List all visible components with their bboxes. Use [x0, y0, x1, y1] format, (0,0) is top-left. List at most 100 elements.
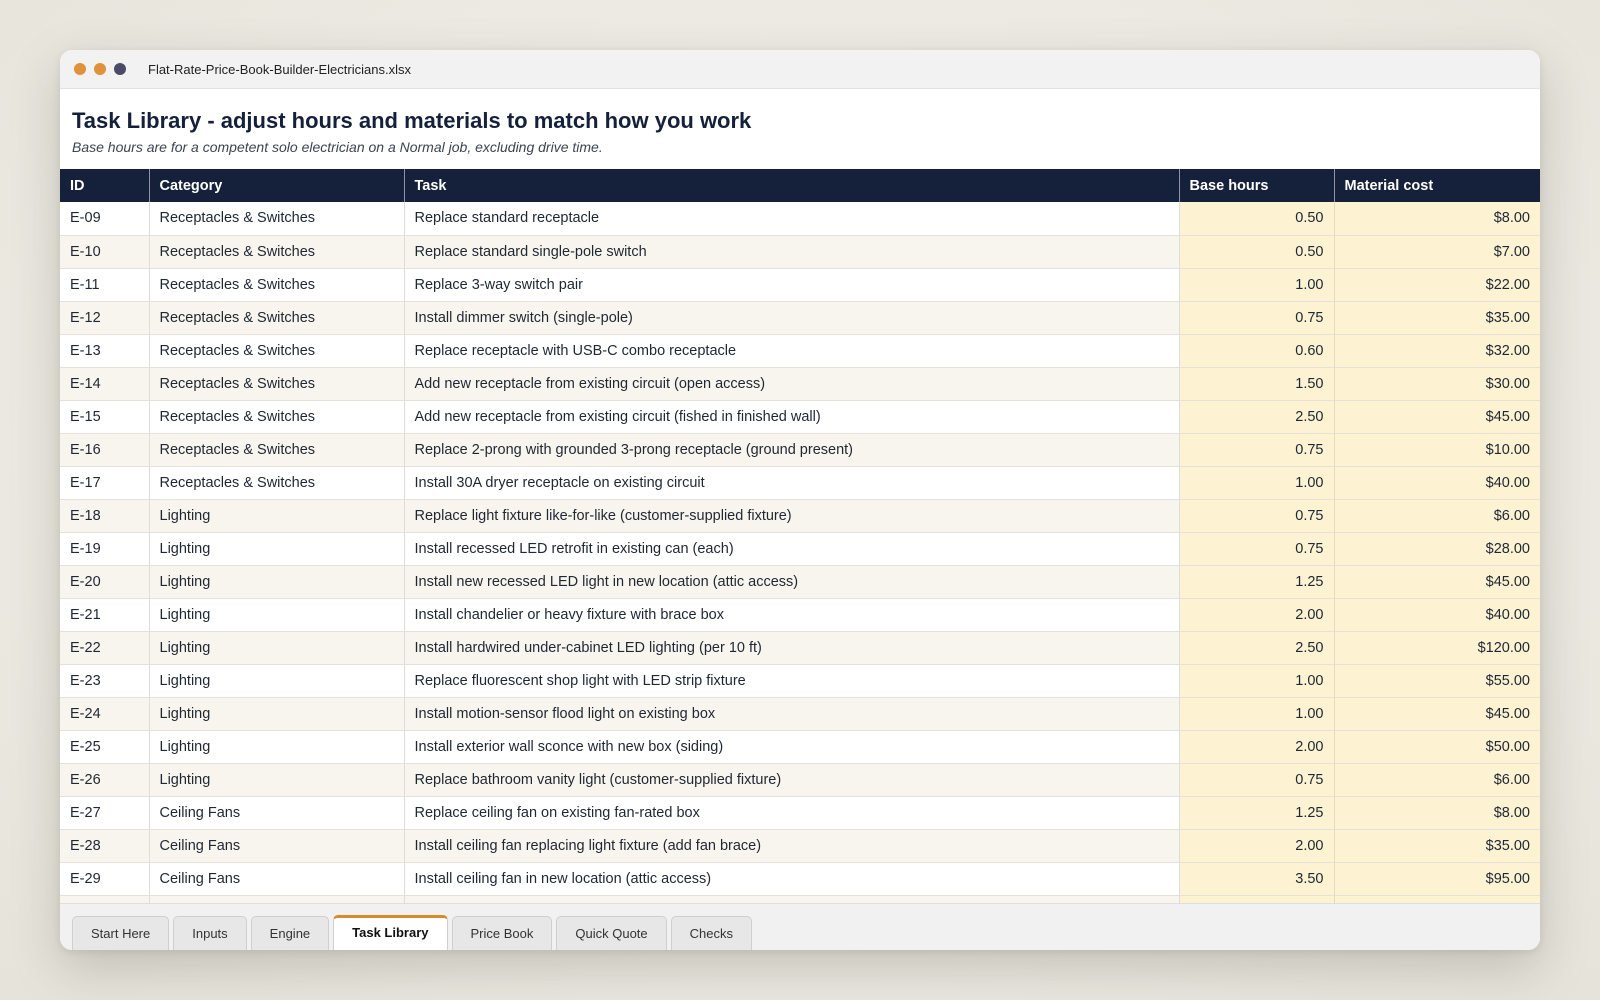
cell-id[interactable]: E-09 — [60, 202, 150, 236]
cell-id[interactable]: E-12 — [60, 301, 150, 335]
cell-base-hours[interactable]: 0.75 — [1179, 763, 1335, 797]
cell-task[interactable]: Replace fluorescent shop light with LED … — [404, 664, 1180, 698]
cell-task[interactable]: Replace receptacle with USB-C combo rece… — [404, 334, 1180, 368]
cell-task[interactable] — [404, 895, 1180, 903]
cell-task[interactable]: Install motion-sensor flood light on exi… — [404, 697, 1180, 731]
cell-id[interactable]: E-17 — [60, 466, 150, 500]
cell-task[interactable]: Install ceiling fan replacing light fixt… — [404, 829, 1180, 863]
cell-category[interactable]: Lighting — [149, 532, 405, 566]
cell-category[interactable]: Receptacles & Switches — [149, 268, 405, 302]
column-header-material-cost[interactable]: Material cost — [1334, 169, 1540, 202]
tab-task-library[interactable]: Task Library — [333, 915, 448, 950]
cell-category[interactable]: Receptacles & Switches — [149, 235, 405, 269]
cell-task[interactable]: Install new recessed LED light in new lo… — [404, 565, 1180, 599]
cell-material-cost[interactable]: $6.00 — [1334, 763, 1540, 797]
cell-id[interactable]: E-14 — [60, 367, 150, 401]
cell-id[interactable]: E-18 — [60, 499, 150, 533]
cell-task[interactable]: Install ceiling fan in new location (att… — [404, 862, 1180, 896]
maximize-window-dot-icon[interactable] — [114, 63, 126, 75]
cell-task[interactable]: Install recessed LED retrofit in existin… — [404, 532, 1180, 566]
cell-material-cost[interactable]: $40.00 — [1334, 598, 1540, 632]
cell-id[interactable]: E-15 — [60, 400, 150, 434]
cell-category[interactable]: Lighting — [149, 631, 405, 665]
cell-task[interactable]: Replace 2-prong with grounded 3-prong re… — [404, 433, 1180, 467]
cell-id[interactable]: E-27 — [60, 796, 150, 830]
cell-category[interactable]: Receptacles & Switches — [149, 433, 405, 467]
cell-material-cost[interactable]: $32.00 — [1334, 334, 1540, 368]
cell-category[interactable] — [149, 895, 405, 903]
cell-task[interactable]: Install exterior wall sconce with new bo… — [404, 730, 1180, 764]
cell-base-hours[interactable]: 2.50 — [1179, 400, 1335, 434]
cell-base-hours[interactable]: 0.50 — [1179, 202, 1335, 236]
cell-id[interactable]: E-13 — [60, 334, 150, 368]
cell-id[interactable]: E-29 — [60, 862, 150, 896]
cell-base-hours[interactable] — [1179, 895, 1335, 903]
cell-category[interactable]: Lighting — [149, 763, 405, 797]
cell-id[interactable]: E-11 — [60, 268, 150, 302]
cell-task[interactable]: Install hardwired under-cabinet LED ligh… — [404, 631, 1180, 665]
cell-task[interactable]: Add new receptacle from existing circuit… — [404, 367, 1180, 401]
cell-category[interactable]: Receptacles & Switches — [149, 301, 405, 335]
cell-category[interactable]: Lighting — [149, 730, 405, 764]
cell-task[interactable]: Replace standard receptacle — [404, 202, 1180, 236]
cell-material-cost[interactable]: $8.00 — [1334, 202, 1540, 236]
cell-material-cost[interactable]: $7.00 — [1334, 235, 1540, 269]
cell-id[interactable]: E-21 — [60, 598, 150, 632]
cell-base-hours[interactable]: 1.00 — [1179, 268, 1335, 302]
column-header-category[interactable]: Category — [149, 169, 405, 202]
cell-category[interactable]: Receptacles & Switches — [149, 334, 405, 368]
cell-material-cost[interactable]: $50.00 — [1334, 730, 1540, 764]
tab-inputs[interactable]: Inputs — [173, 916, 247, 950]
cell-material-cost[interactable]: $45.00 — [1334, 565, 1540, 599]
close-window-dot-icon[interactable] — [74, 63, 86, 75]
cell-id[interactable]: E-23 — [60, 664, 150, 698]
cell-base-hours[interactable]: 0.75 — [1179, 433, 1335, 467]
cell-category[interactable]: Receptacles & Switches — [149, 400, 405, 434]
cell-base-hours[interactable]: 2.00 — [1179, 598, 1335, 632]
cell-task[interactable]: Install dimmer switch (single-pole) — [404, 301, 1180, 335]
cell-base-hours[interactable]: 1.00 — [1179, 466, 1335, 500]
cell-base-hours[interactable]: 2.00 — [1179, 829, 1335, 863]
cell-material-cost[interactable]: $10.00 — [1334, 433, 1540, 467]
column-header-task[interactable]: Task — [404, 169, 1180, 202]
cell-task[interactable]: Add new receptacle from existing circuit… — [404, 400, 1180, 434]
cell-category[interactable]: Lighting — [149, 565, 405, 599]
cell-material-cost[interactable]: $45.00 — [1334, 400, 1540, 434]
tab-engine[interactable]: Engine — [250, 916, 330, 950]
cell-id[interactable]: E-16 — [60, 433, 150, 467]
cell-material-cost[interactable]: $22.00 — [1334, 268, 1540, 302]
cell-base-hours[interactable]: 0.75 — [1179, 532, 1335, 566]
cell-base-hours[interactable]: 2.00 — [1179, 730, 1335, 764]
cell-task[interactable]: Replace standard single-pole switch — [404, 235, 1180, 269]
cell-task[interactable]: Install chandelier or heavy fixture with… — [404, 598, 1180, 632]
tab-quick-quote[interactable]: Quick Quote — [556, 916, 667, 950]
tab-price-book[interactable]: Price Book — [451, 916, 553, 950]
cell-material-cost[interactable]: $28.00 — [1334, 532, 1540, 566]
cell-base-hours[interactable]: 1.25 — [1179, 565, 1335, 599]
column-header-id[interactable]: ID — [60, 169, 150, 202]
column-header-base-hours[interactable]: Base hours — [1179, 169, 1335, 202]
cell-material-cost[interactable]: $6.00 — [1334, 499, 1540, 533]
cell-base-hours[interactable]: 1.00 — [1179, 697, 1335, 731]
cell-id[interactable] — [60, 895, 150, 903]
cell-id[interactable]: E-10 — [60, 235, 150, 269]
cell-task[interactable]: Replace bathroom vanity light (customer-… — [404, 763, 1180, 797]
cell-base-hours[interactable]: 3.50 — [1179, 862, 1335, 896]
cell-material-cost[interactable]: $40.00 — [1334, 466, 1540, 500]
cell-material-cost[interactable]: $30.00 — [1334, 367, 1540, 401]
cell-base-hours[interactable]: 0.75 — [1179, 301, 1335, 335]
cell-base-hours[interactable]: 1.25 — [1179, 796, 1335, 830]
cell-category[interactable]: Lighting — [149, 598, 405, 632]
cell-task[interactable]: Install 30A dryer receptacle on existing… — [404, 466, 1180, 500]
cell-id[interactable]: E-19 — [60, 532, 150, 566]
cell-id[interactable]: E-26 — [60, 763, 150, 797]
cell-task[interactable]: Replace light fixture like-for-like (cus… — [404, 499, 1180, 533]
cell-base-hours[interactable]: 2.50 — [1179, 631, 1335, 665]
cell-material-cost[interactable]: $95.00 — [1334, 862, 1540, 896]
cell-task[interactable]: Replace 3-way switch pair — [404, 268, 1180, 302]
cell-base-hours[interactable]: 1.50 — [1179, 367, 1335, 401]
cell-category[interactable]: Receptacles & Switches — [149, 202, 405, 236]
cell-material-cost[interactable]: $35.00 — [1334, 301, 1540, 335]
cell-category[interactable]: Receptacles & Switches — [149, 466, 405, 500]
cell-category[interactable]: Lighting — [149, 697, 405, 731]
